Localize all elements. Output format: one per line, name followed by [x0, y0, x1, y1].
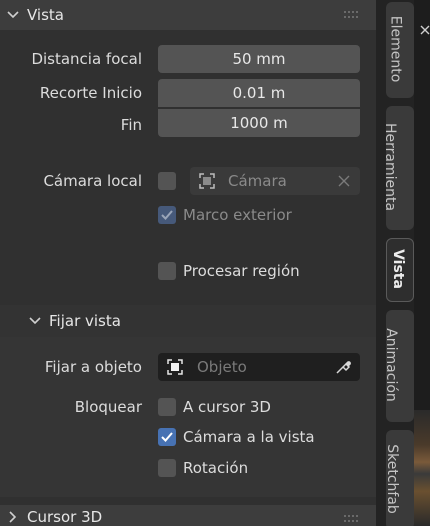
focal-length-label: Distancia focal [31, 50, 142, 68]
panel-header-vista[interactable]: Vista [0, 0, 376, 30]
checkmark-icon [161, 210, 173, 220]
local-camera-checkbox[interactable] [158, 172, 176, 190]
chevron-down-icon [29, 317, 41, 325]
clip-start-field[interactable]: 0.01 m [158, 79, 360, 107]
camera-object-icon [199, 173, 215, 189]
chevron-right-icon [9, 511, 17, 523]
object-icon [167, 359, 183, 375]
render-region-checkbox[interactable] [158, 262, 176, 280]
object-picker[interactable]: Objeto [158, 353, 360, 381]
tab-animacion[interactable]: Animación [383, 310, 414, 422]
viewport-background [414, 410, 430, 526]
drag-grip-icon[interactable] [344, 515, 360, 523]
panel-header-cursor3d[interactable]: Cursor 3D [0, 505, 376, 526]
chevron-down-icon [7, 11, 19, 19]
focal-length-field[interactable]: 50 mm [158, 45, 360, 73]
lock-object-label: Fijar a objeto [44, 358, 142, 376]
lock-cursor-label: A cursor 3D [183, 398, 271, 416]
subpanel-header-fijar-vista[interactable]: Fijar vista [0, 305, 376, 337]
sidebar-panel: Vista Distancia focal 50 mm Recorte Inic… [0, 0, 376, 526]
lock-rotation-checkbox[interactable] [158, 459, 176, 477]
close-icon[interactable] [420, 24, 430, 38]
tab-vista[interactable]: Vista [386, 238, 414, 302]
tab-herramienta[interactable]: Herramienta [382, 106, 414, 230]
clip-end-label: Fin [120, 116, 142, 134]
clip-start-label: Recorte Inicio [39, 84, 142, 102]
local-camera-label: Cámara local [43, 172, 142, 190]
render-region-label: Procesar región [183, 262, 300, 280]
lock-cursor-checkbox[interactable] [158, 398, 176, 416]
checkmark-icon [161, 432, 173, 442]
tab-sketchfab[interactable]: Sketchfab [384, 430, 414, 526]
camera-picker[interactable]: Cámara [190, 167, 360, 195]
lock-label: Bloquear [74, 398, 142, 416]
camera-picker-placeholder: Cámara [228, 172, 287, 190]
clip-end-field[interactable]: 1000 m [158, 109, 360, 137]
outer-frame-label: Marco exterior [183, 206, 292, 224]
tab-elemento[interactable]: Elemento [386, 2, 414, 98]
lock-rotation-label: Rotación [183, 459, 249, 477]
outer-frame-checkbox[interactable] [158, 206, 176, 224]
camera-to-view-checkbox[interactable] [158, 428, 176, 446]
panel-title: Cursor 3D [27, 508, 103, 526]
eyedropper-icon[interactable] [334, 358, 352, 376]
subpanel-title: Fijar vista [49, 312, 121, 330]
camera-to-view-label: Cámara a la vista [183, 428, 315, 446]
clear-x-icon[interactable] [338, 175, 350, 187]
object-picker-placeholder: Objeto [197, 358, 247, 376]
panel-title: Vista [27, 6, 64, 24]
drag-grip-icon[interactable] [344, 11, 360, 19]
